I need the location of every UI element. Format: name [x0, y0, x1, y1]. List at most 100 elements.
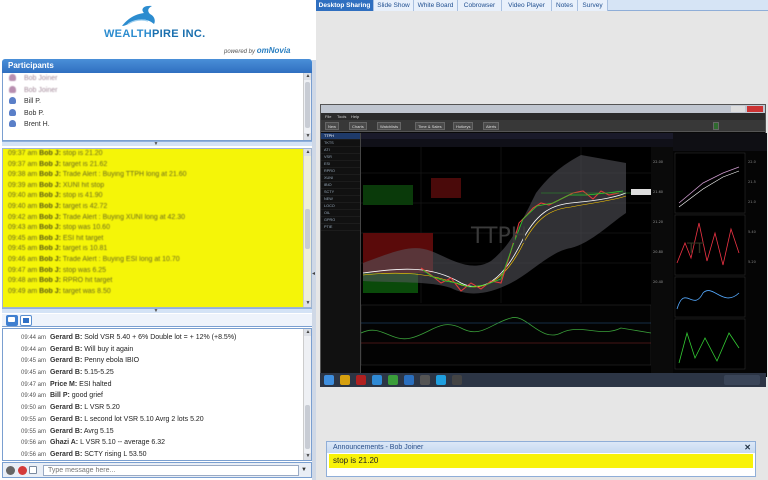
alert-message: 09:40 am Bob J: stop is 41.90	[3, 191, 311, 202]
sender: Bob J:	[39, 245, 61, 253]
sender: Bob J:	[39, 255, 61, 263]
chat-message: 09:50 am Gerard B: L VSR 5.20	[3, 402, 311, 414]
message-text: target is 21.62	[62, 160, 108, 168]
participant-row[interactable]: Bob P.	[3, 108, 311, 120]
brand-name: WEALTHPIRE INC.	[104, 28, 206, 40]
tab-notes[interactable]: Notes	[552, 0, 578, 11]
scroll-thumb[interactable]	[305, 82, 310, 128]
tab-white-board[interactable]: White Board	[414, 0, 458, 11]
shared-desktop-screen: File Tools Help New Charts Watchlists Ti…	[320, 104, 767, 387]
sender: Bob J:	[39, 160, 61, 168]
shared-watchlist: TTPH TKTS ATI VSR ESI RPRO XUNI IBIO SCTY NEW LOCO…	[321, 133, 361, 377]
timestamp: 09:47 am	[21, 381, 47, 388]
tab-cobrowser[interactable]: Cobrowser	[458, 0, 502, 11]
chat-log: 09:44 am Gerard B: Sold VSR 5.40 + 6% Do…	[2, 328, 312, 461]
message-text: L second lot VSR 5.10 Avrg 2 lots 5.20	[84, 415, 204, 423]
user-icon	[9, 85, 16, 93]
timestamp: 09:38 am	[8, 171, 38, 179]
sender: Bob J:	[39, 192, 61, 200]
timestamp: 09:42 am	[8, 213, 38, 221]
scroll-thumb[interactable]	[305, 405, 310, 449]
powered-by: powered by omNovia	[224, 46, 291, 55]
participant-name: Bill P.	[24, 98, 41, 105]
message-text: target was 8.50	[62, 287, 111, 295]
timestamp: 09:40 am	[8, 202, 38, 210]
svg-text:21.5: 21.5	[748, 180, 756, 184]
sender: Bob J:	[39, 277, 61, 285]
participant-row[interactable]: Bill P.	[3, 96, 311, 108]
shared-menu-item: Tools	[337, 114, 347, 119]
shared-toolbar-button: Hotkeys	[453, 122, 474, 130]
watchlist-symbol: ATI	[321, 147, 360, 154]
chat-scrollbar[interactable]: ▲ ▼	[303, 329, 311, 460]
tab-video-player[interactable]: Video Player	[502, 0, 552, 11]
chat-message: 09:44 am Gerard B: Will buy it again	[3, 344, 311, 356]
scroll-down-icon[interactable]: ▼	[304, 133, 311, 140]
grip-icon[interactable]: ▼	[152, 309, 160, 314]
timestamp: 09:37 am	[8, 160, 38, 168]
scroll-up-icon[interactable]: ▲	[304, 73, 311, 80]
timestamp: 09:44 am	[21, 335, 47, 341]
message-text: Trade Alert : Buying XUNI long at 42.30	[62, 213, 186, 221]
message-text: XUNI hit stop	[62, 181, 105, 189]
tab-survey[interactable]: Survey	[578, 0, 608, 11]
message-text: stop is 41.90	[62, 192, 103, 200]
chat-message: 09:44 am Gerard B: Sold VSR 5.40 + 6% Do…	[3, 332, 311, 344]
participant-name: Brent H.	[24, 121, 50, 128]
timestamp: 09:39 am	[8, 181, 38, 189]
sender: Bob J:	[39, 213, 61, 221]
tab-desktop-sharing[interactable]: Desktop Sharing	[316, 0, 374, 11]
alert-scrollbar[interactable]: ▲ ▼	[303, 149, 311, 307]
send-dropdown-icon[interactable]: ▼	[301, 467, 307, 473]
participant-row[interactable]: Brent H.	[3, 119, 311, 131]
tab-public-chat[interactable]	[6, 315, 18, 326]
shared-toolbar-button: Charts	[349, 122, 367, 130]
collapse-icon[interactable]: ◂	[312, 270, 315, 277]
close-icon[interactable]: ✕	[744, 442, 751, 453]
svg-text:20.40: 20.40	[653, 280, 663, 284]
chat-message: 09:55 am Gerard B: L second lot VSR 5.10…	[3, 414, 311, 426]
scroll-up-icon[interactable]: ▲	[304, 149, 311, 156]
svg-text:22.0: 22.0	[748, 160, 756, 164]
scroll-down-icon[interactable]: ▼	[304, 453, 311, 460]
alert-message: 09:42 am Bob J: Trade Alert : Buying XUN…	[3, 213, 311, 224]
alert-message: 09:48 am Bob J: RPRO hit target	[3, 276, 311, 287]
svg-text:22.00: 22.00	[653, 160, 663, 164]
timestamp: 09:48 am	[8, 277, 38, 285]
shared-price-chart: TTPH 22.00 21.60 21.20 20.80 20.40	[360, 133, 673, 377]
scroll-thumb[interactable]	[305, 209, 310, 249]
timestamp: 09:47 am	[8, 266, 38, 274]
tab-private-chat[interactable]	[20, 315, 32, 326]
grip-icon[interactable]: ▼	[152, 142, 160, 147]
alert-message: 09:37 am Bob J: stop is 21.20	[3, 149, 311, 160]
emoticon-icon[interactable]	[18, 466, 27, 475]
browser-icon	[372, 375, 382, 385]
message-text: SCTY rising L 53.50	[84, 450, 147, 458]
participants-header[interactable]: Participants	[2, 59, 312, 73]
splitter[interactable]: ▼	[2, 308, 312, 314]
clear-icon[interactable]	[29, 466, 37, 474]
settings-icon[interactable]	[6, 466, 15, 475]
participant-row[interactable]: Bob Joiner	[3, 73, 311, 85]
participants-scrollbar[interactable]: ▲ ▼	[303, 73, 311, 140]
scroll-up-icon[interactable]: ▲	[304, 329, 311, 336]
sender: Bob J:	[39, 171, 61, 179]
window-buttons	[731, 106, 745, 112]
message-input[interactable]	[43, 465, 299, 476]
user-icon	[9, 108, 16, 116]
participant-row[interactable]: Bob Joiner	[3, 85, 311, 97]
watchlist-symbol: VSR	[321, 154, 360, 161]
media-icon	[356, 375, 366, 385]
svg-text:21.60: 21.60	[653, 190, 663, 194]
alert-message: 09:47 am Bob J: stop was 6.25	[3, 266, 311, 277]
timestamp: 09:55 am	[21, 416, 47, 423]
timestamp: 09:46 am	[8, 255, 38, 263]
tab-slide-show[interactable]: Slide Show	[374, 0, 414, 11]
splitter[interactable]: ▼	[2, 141, 312, 147]
message-text: stop is 21.20	[62, 150, 103, 157]
shared-menu-item: File	[325, 114, 332, 119]
message-text: Trade Alert : Buying ESI long at 10.70	[62, 255, 180, 263]
timestamp: 09:50 am	[21, 405, 47, 412]
timestamp: 09:55 am	[21, 428, 47, 435]
scroll-down-icon[interactable]: ▼	[304, 300, 311, 307]
